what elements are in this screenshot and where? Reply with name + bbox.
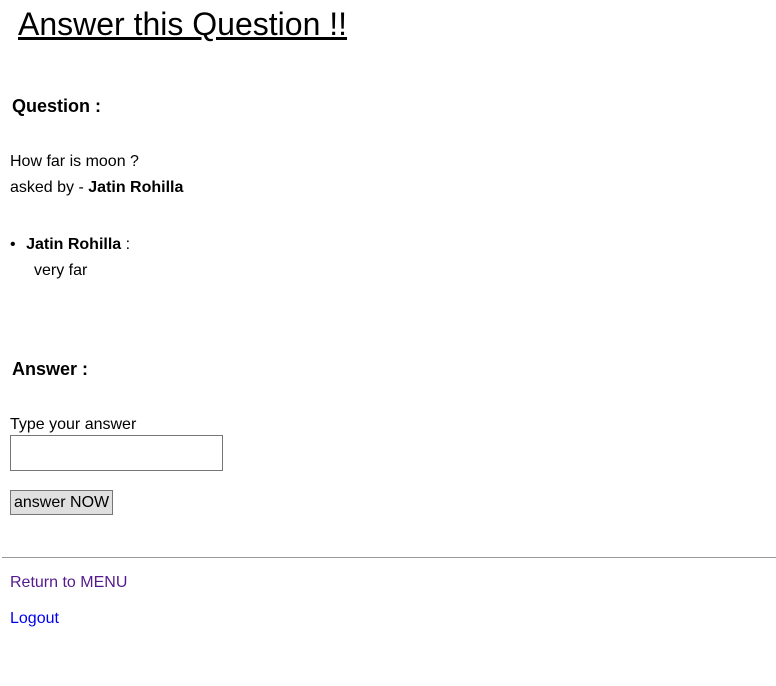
answer-input[interactable] <box>10 435 223 471</box>
question-text: How far is moon ? <box>10 153 139 170</box>
answer-heading: Answer : <box>12 359 89 379</box>
logout-link[interactable]: Logout <box>10 610 59 628</box>
asker-name: Jatin Rohilla <box>88 179 184 196</box>
answer-now-button[interactable]: answer NOW <box>10 490 114 515</box>
question-heading: Question : <box>12 96 101 116</box>
divider <box>2 557 776 558</box>
answer-separator: : <box>121 236 131 253</box>
asked-by-label: asked by - <box>10 179 89 196</box>
answer-author: Jatin Rohilla <box>26 236 122 253</box>
answer-list-item: • Jatin Rohilla : <box>10 236 130 254</box>
return-to-menu-link[interactable]: Return to MENU <box>10 574 127 592</box>
answer-text: very far <box>34 262 88 279</box>
page-title: Answer this Question !! <box>18 6 348 42</box>
bullet-icon: • <box>10 236 16 253</box>
asked-by: asked by - Jatin Rohilla <box>10 179 183 197</box>
answer-label: Type your answer <box>10 416 137 433</box>
